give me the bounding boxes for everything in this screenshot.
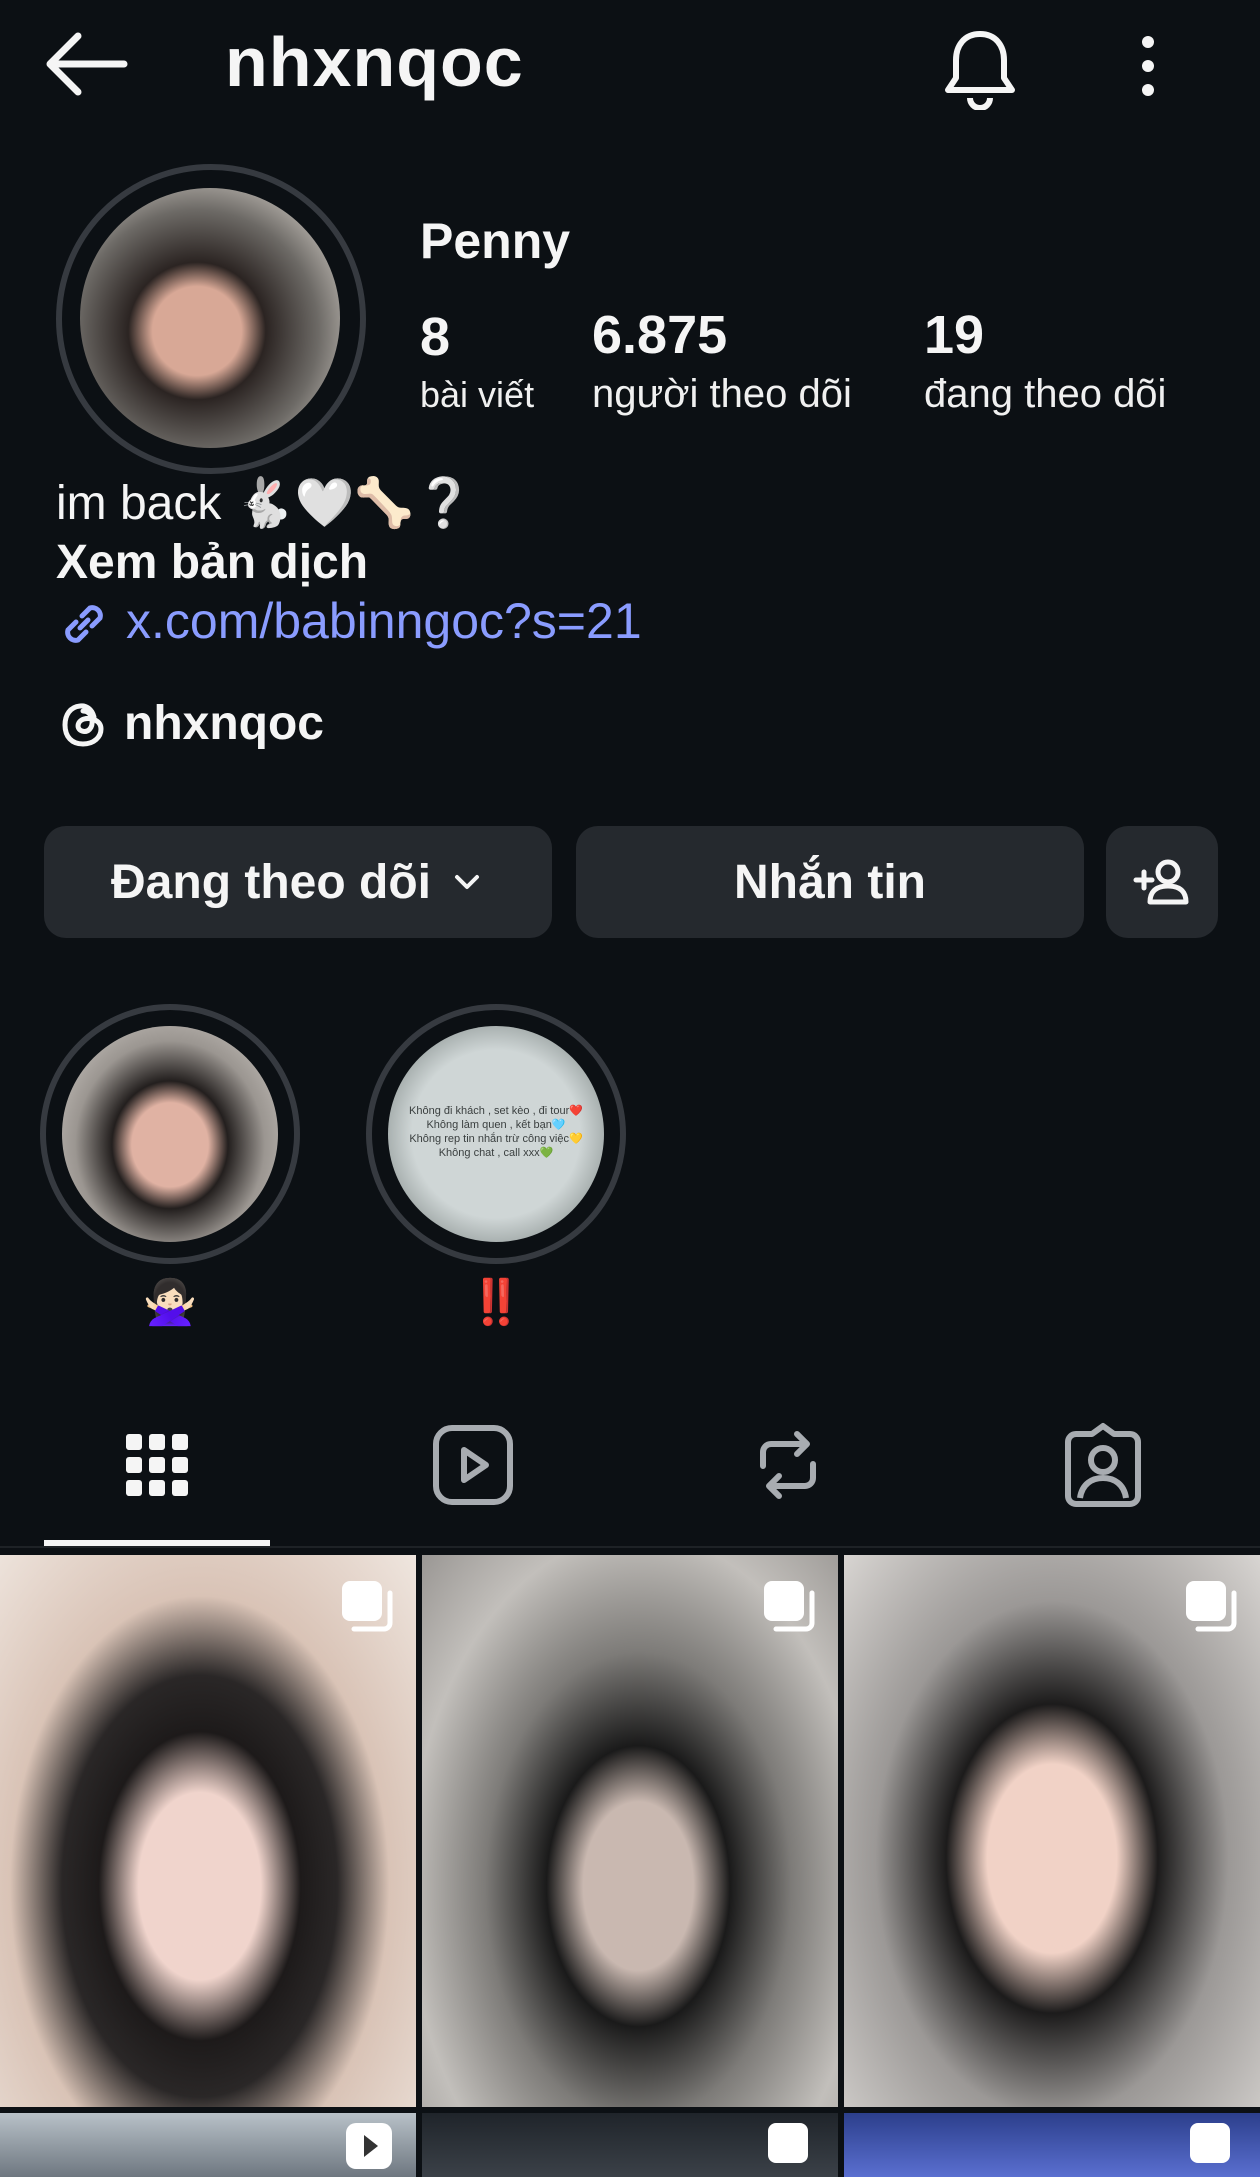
followers-label[interactable]: người theo dõi: [592, 372, 852, 417]
bio-text: im back 🐇🤍🦴❔: [56, 477, 474, 530]
carousel-icon: [768, 2123, 808, 2163]
bell-icon[interactable]: [940, 26, 1020, 110]
post-thumbnail[interactable]: [0, 1555, 416, 2107]
posts-label: bài viết: [420, 374, 535, 415]
tabs-divider: [0, 1546, 1260, 1548]
highlight-caption-line: Không chat , call xxx💚: [438, 1147, 554, 1159]
highlight-label: 🙅🏻‍♀️: [142, 1278, 198, 1327]
following-count[interactable]: 19: [924, 304, 984, 366]
carousel-icon: [1190, 2123, 1230, 2163]
carousel-icon: [764, 1581, 815, 1632]
reposts-icon[interactable]: [743, 1420, 833, 1510]
more-vertical-icon[interactable]: [1128, 34, 1168, 98]
grid-icon[interactable]: [112, 1420, 202, 1510]
display-name: Penny: [420, 213, 571, 269]
post-thumbnail[interactable]: [844, 1555, 1260, 2107]
chevron-down-icon: [454, 875, 479, 889]
active-tab-indicator: [44, 1540, 270, 1546]
following-dropdown-button[interactable]: Đang theo dõi: [44, 826, 552, 938]
avatar[interactable]: [80, 188, 340, 448]
tagged-icon[interactable]: [1058, 1420, 1148, 1510]
threads-handle[interactable]: nhxnqoc: [124, 696, 324, 751]
post-thumbnail[interactable]: [0, 2113, 416, 2177]
highlight-caption-line: Không rep tin nhắn trừ công việc💛: [409, 1133, 583, 1145]
carousel-icon: [1186, 1581, 1237, 1632]
highlight-label: ‼️: [468, 1278, 524, 1327]
add-user-button[interactable]: [1106, 826, 1218, 938]
back-arrow-icon[interactable]: [40, 28, 130, 100]
bio-link[interactable]: x.com/babinngoc?s=21: [126, 592, 642, 650]
highlight-caption-line: Không làm quen , kết bạn🩵: [426, 1119, 566, 1131]
highlight-caption-line: Không đi khách , set kèo , đi tour❤️: [409, 1105, 583, 1117]
posts-count: 8: [420, 307, 451, 367]
profile-username-title: nhxnqoc: [225, 23, 524, 101]
message-button[interactable]: Nhắn tin: [576, 826, 1084, 938]
highlight-caption: Không đi khách , set kèo , đi tour❤️ Khô…: [388, 1104, 604, 1160]
translate-link[interactable]: Xem bản dịch: [56, 535, 368, 590]
following-label[interactable]: đang theo dõi: [924, 372, 1166, 417]
post-thumbnail[interactable]: [844, 2113, 1260, 2177]
post-thumbnail[interactable]: [422, 1555, 838, 2107]
add-user-icon: [1133, 859, 1189, 905]
threads-icon[interactable]: [56, 697, 110, 751]
reels-icon[interactable]: [428, 1420, 518, 1510]
post-thumbnail[interactable]: [422, 2113, 838, 2177]
reel-icon: [346, 2123, 392, 2169]
highlight-cover[interactable]: Không đi khách , set kèo , đi tour❤️ Khô…: [388, 1026, 604, 1242]
highlight-cover[interactable]: [62, 1026, 278, 1242]
followers-count[interactable]: 6.875: [592, 304, 727, 366]
message-button-label: Nhắn tin: [734, 855, 926, 909]
carousel-icon: [342, 1581, 393, 1632]
link-icon: [65, 605, 103, 643]
following-button-label: Đang theo dõi: [111, 855, 431, 909]
